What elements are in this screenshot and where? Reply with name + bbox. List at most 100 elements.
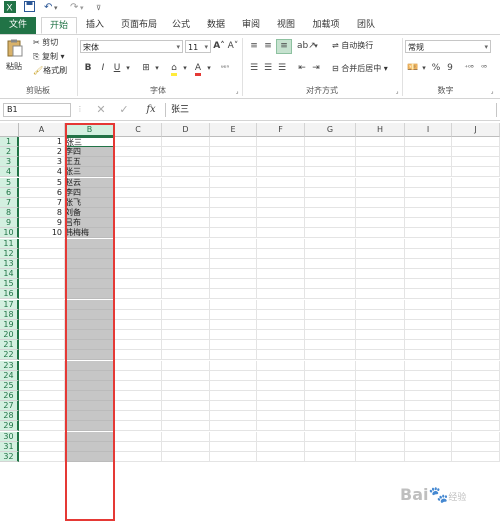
cell-c27[interactable] — [115, 401, 162, 411]
cell-g3[interactable] — [305, 157, 356, 167]
percent-button[interactable]: % — [430, 62, 442, 75]
row-header[interactable]: 23 — [0, 361, 19, 371]
row-header[interactable]: 27 — [0, 401, 19, 411]
tab-review[interactable]: 审阅 — [236, 17, 266, 34]
cell-h14[interactable] — [356, 269, 405, 279]
cell-d29[interactable] — [162, 421, 210, 431]
dialog-launcher-icon[interactable]: ⌟ — [393, 85, 401, 98]
cell-i29[interactable] — [405, 421, 452, 431]
cell-d23[interactable] — [162, 361, 210, 371]
decrease-decimal-icon[interactable]: ⁰⁸ — [477, 62, 491, 75]
cell-h15[interactable] — [356, 279, 405, 289]
cell-a10[interactable]: 10 — [19, 228, 65, 238]
cell-f11[interactable] — [257, 239, 305, 249]
cell-f25[interactable] — [257, 381, 305, 391]
cell-f1[interactable] — [257, 137, 305, 147]
cell-c29[interactable] — [115, 421, 162, 431]
cell-g10[interactable] — [305, 228, 356, 238]
cell-a22[interactable] — [19, 350, 65, 360]
cell-h8[interactable] — [356, 208, 405, 218]
cell-j15[interactable] — [452, 279, 500, 289]
cell-f32[interactable] — [257, 452, 305, 462]
cell-f2[interactable] — [257, 147, 305, 157]
cell-a12[interactable] — [19, 249, 65, 259]
cell-h31[interactable] — [356, 442, 405, 452]
cell-d30[interactable] — [162, 432, 210, 442]
row-header[interactable]: 30 — [0, 432, 19, 442]
cell-a24[interactable] — [19, 371, 65, 381]
increase-font-icon[interactable]: A˄ — [213, 40, 225, 53]
cell-a26[interactable] — [19, 391, 65, 401]
cell-i17[interactable] — [405, 300, 452, 310]
cell-b26[interactable] — [65, 391, 115, 401]
enter-icon[interactable]: ✓ — [118, 103, 130, 116]
cell-h17[interactable] — [356, 300, 405, 310]
cell-d26[interactable] — [162, 391, 210, 401]
row-header[interactable]: 14 — [0, 269, 19, 279]
font-color-icon[interactable]: A — [192, 62, 204, 76]
cell-c4[interactable] — [115, 167, 162, 177]
cell-c24[interactable] — [115, 371, 162, 381]
cell-a1[interactable]: 1 — [19, 137, 65, 147]
cell-i28[interactable] — [405, 411, 452, 421]
cell-f10[interactable] — [257, 228, 305, 238]
cell-j3[interactable] — [452, 157, 500, 167]
cell-g7[interactable] — [305, 198, 356, 208]
cell-h29[interactable] — [356, 421, 405, 431]
cell-d13[interactable] — [162, 259, 210, 269]
cell-f6[interactable] — [257, 188, 305, 198]
cell-d2[interactable] — [162, 147, 210, 157]
cell-g26[interactable] — [305, 391, 356, 401]
paste-button[interactable]: 粘贴 — [6, 61, 22, 73]
cell-f31[interactable] — [257, 442, 305, 452]
cell-f16[interactable] — [257, 289, 305, 299]
cell-d9[interactable] — [162, 218, 210, 228]
cell-g30[interactable] — [305, 432, 356, 442]
tab-team[interactable]: 团队 — [351, 17, 381, 34]
cell-b12[interactable] — [65, 249, 115, 259]
cell-i8[interactable] — [405, 208, 452, 218]
cell-b4[interactable]: 张三 — [65, 167, 115, 177]
tab-page-layout[interactable]: 页面布局 — [115, 17, 163, 34]
cell-h16[interactable] — [356, 289, 405, 299]
chevron-down-icon[interactable]: ▾ — [205, 62, 213, 75]
cell-i7[interactable] — [405, 198, 452, 208]
orientation-icon[interactable]: ab↗ — [297, 40, 316, 53]
cell-i11[interactable] — [405, 239, 452, 249]
cell-c9[interactable] — [115, 218, 162, 228]
cell-f12[interactable] — [257, 249, 305, 259]
cell-a30[interactable] — [19, 432, 65, 442]
cell-c30[interactable] — [115, 432, 162, 442]
cell-j20[interactable] — [452, 330, 500, 340]
cell-h6[interactable] — [356, 188, 405, 198]
cell-g8[interactable] — [305, 208, 356, 218]
column-header-b[interactable]: B — [65, 123, 115, 137]
column-header-h[interactable]: H — [356, 123, 405, 137]
cell-b2[interactable]: 李四 — [65, 147, 115, 157]
cell-e18[interactable] — [210, 310, 257, 320]
align-left-icon[interactable]: ☰ — [248, 62, 260, 75]
cell-g29[interactable] — [305, 421, 356, 431]
cell-i30[interactable] — [405, 432, 452, 442]
cell-i23[interactable] — [405, 361, 452, 371]
cell-j28[interactable] — [452, 411, 500, 421]
formula-input[interactable]: 张三 — [165, 103, 497, 117]
cell-j19[interactable] — [452, 320, 500, 330]
cell-i20[interactable] — [405, 330, 452, 340]
cell-a20[interactable] — [19, 330, 65, 340]
cell-i3[interactable] — [405, 157, 452, 167]
cell-g19[interactable] — [305, 320, 356, 330]
cell-a13[interactable] — [19, 259, 65, 269]
cell-a18[interactable] — [19, 310, 65, 320]
cell-c31[interactable] — [115, 442, 162, 452]
cell-c18[interactable] — [115, 310, 162, 320]
cell-h12[interactable] — [356, 249, 405, 259]
cell-h20[interactable] — [356, 330, 405, 340]
cell-a28[interactable] — [19, 411, 65, 421]
cell-h27[interactable] — [356, 401, 405, 411]
cell-e13[interactable] — [210, 259, 257, 269]
cell-f9[interactable] — [257, 218, 305, 228]
paste-icon[interactable] — [6, 39, 24, 59]
column-header-g[interactable]: G — [305, 123, 356, 137]
cell-c22[interactable] — [115, 350, 162, 360]
